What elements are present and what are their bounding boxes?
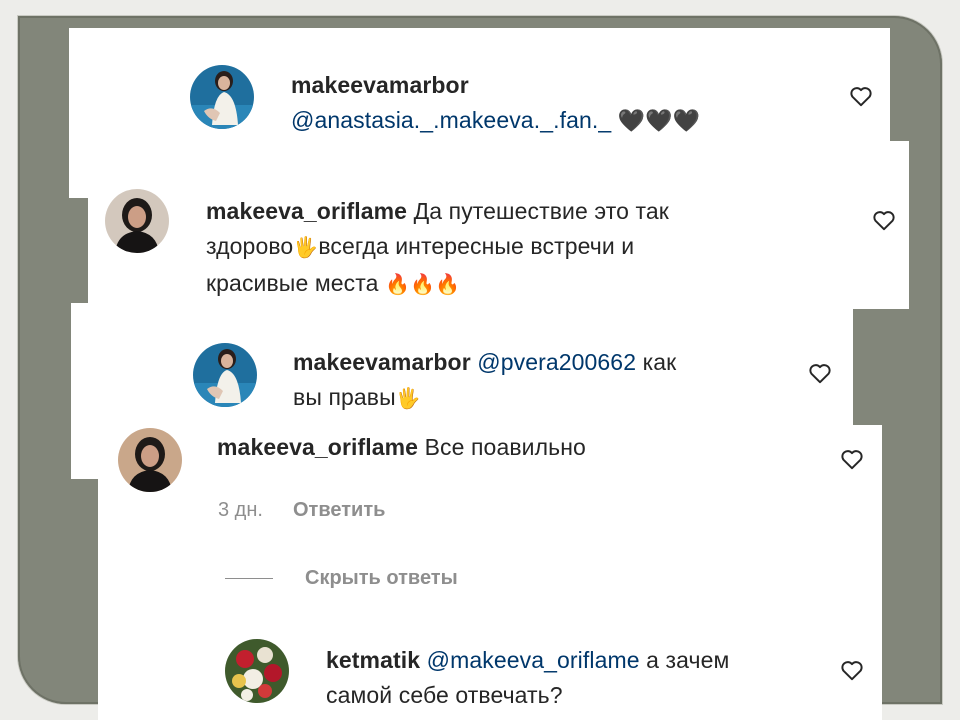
comment-text-2: makeeva_oriflame Да путешествие это так …: [206, 194, 766, 303]
hide-replies-button[interactable]: Скрыть ответы: [305, 567, 458, 590]
comment-mention[interactable]: @makeeva_oriflame: [427, 647, 640, 673]
comment-text-1: makeevamarbor @anastasia._.makeeva._.fan…: [291, 68, 831, 138]
comment-text-4: makeeva_oriflame Все поавильно: [217, 430, 777, 465]
comment-card-2: makeeva_oriflame Да путешествие это так …: [88, 141, 909, 309]
comment-text-3: makeevamarbor @pvera200662 как вы правы🖐: [293, 345, 763, 417]
comment-username[interactable]: makeevamarbor: [291, 72, 469, 98]
black-hearts-emoji: 🖤🖤🖤: [617, 108, 701, 133]
comment-mention[interactable]: @pvera200662: [477, 349, 636, 375]
comment-body: здорово: [206, 233, 294, 259]
comment-username[interactable]: makeeva_oriflame: [217, 434, 418, 460]
comment-username[interactable]: makeeva_oriflame: [206, 198, 407, 224]
comment-text-5: ketmatik @makeeva_oriflame а зачем самой…: [326, 643, 836, 713]
comment-body: как: [642, 349, 677, 375]
hand-emoji: 🖐: [293, 237, 319, 259]
hand-emoji: 🖐: [395, 388, 421, 410]
avatar-makeeva-oriflame[interactable]: [118, 428, 182, 492]
comment-timestamp: 3 дн.: [218, 499, 263, 521]
reply-button[interactable]: Ответить: [293, 499, 385, 522]
avatar-makeeva-oriflame[interactable]: [105, 189, 169, 253]
comment-username[interactable]: ketmatik: [326, 647, 420, 673]
comment-body: Да путешествие это так: [413, 198, 669, 224]
comment-mention[interactable]: @anastasia._.makeeva._.fan._: [291, 107, 611, 133]
avatar-ketmatik[interactable]: [225, 639, 289, 703]
comment-body: красивые места: [206, 270, 379, 296]
comment-body: а зачем: [646, 647, 730, 673]
avatar-makeevamarbor[interactable]: [193, 343, 257, 407]
heart-icon[interactable]: [871, 207, 897, 233]
comment-card-4: makeeva_oriflame Все поавильно 3 дн. Отв…: [98, 425, 882, 720]
heart-icon[interactable]: [839, 446, 865, 472]
comment-username[interactable]: makeevamarbor: [293, 349, 471, 375]
comment-body: вы правы: [293, 384, 396, 410]
comment-body: всегда интересные встречи и: [318, 233, 635, 259]
comment-body: самой себе отвечать?: [326, 682, 563, 708]
replies-divider-line: [225, 578, 273, 579]
heart-icon[interactable]: [807, 360, 833, 386]
avatar-makeevamarbor[interactable]: [190, 65, 254, 129]
heart-icon[interactable]: [839, 657, 865, 683]
heart-icon[interactable]: [848, 83, 874, 109]
comment-body: Все поавильно: [424, 434, 586, 460]
fire-emoji: 🔥🔥🔥: [385, 274, 461, 296]
